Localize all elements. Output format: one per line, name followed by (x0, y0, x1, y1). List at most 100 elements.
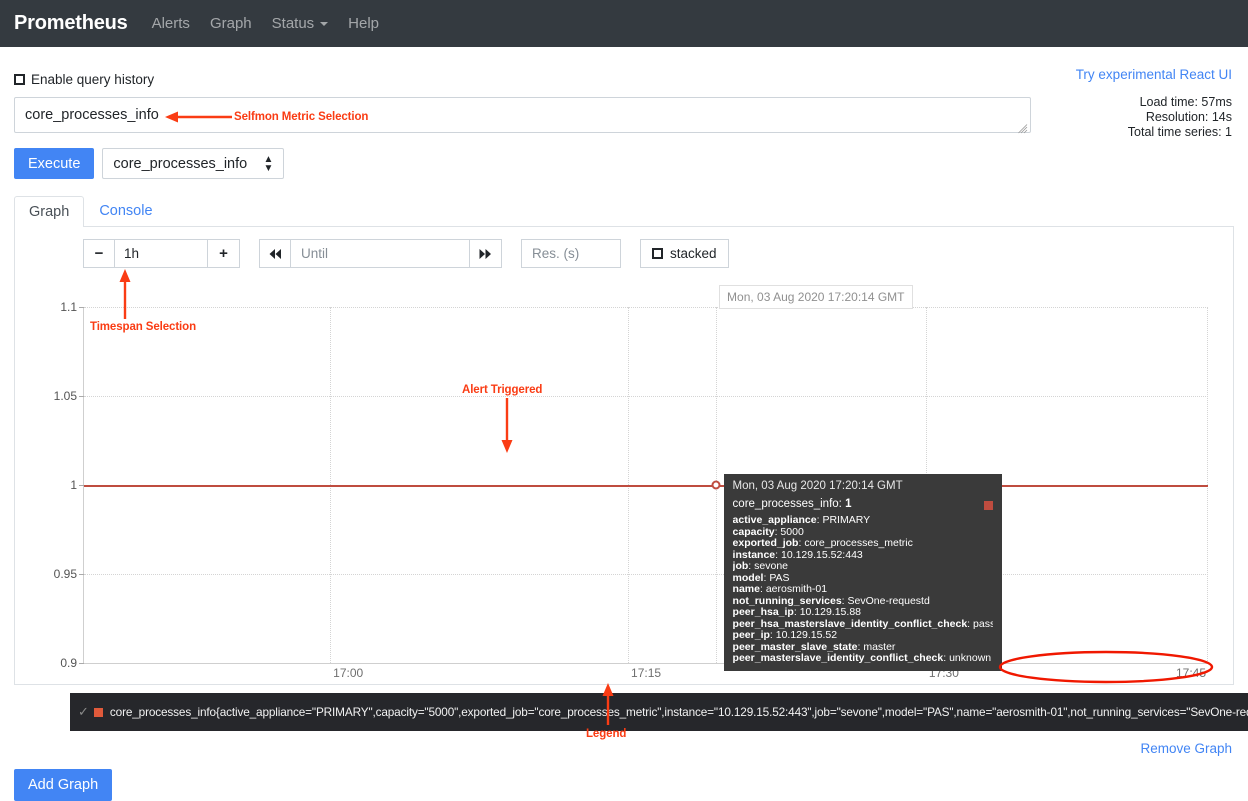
remove-graph-link[interactable]: Remove Graph (1140, 741, 1232, 756)
execute-button[interactable]: Execute (14, 148, 95, 179)
step-backward-button[interactable] (259, 239, 291, 268)
x-axis-tick: 17:00 (333, 666, 364, 680)
tooltip-label-key: job (732, 561, 749, 573)
tooltip-metric-value: 1 (845, 497, 852, 510)
tooltip-label-key: peer_hsa_masterslave_identity_conflict_c… (732, 618, 968, 630)
resolution-input[interactable]: Res. (s) (521, 239, 621, 268)
increase-range-button[interactable]: + (208, 239, 240, 268)
enable-query-history-row: Enable query history (14, 47, 1234, 87)
hover-time-label: Mon, 03 Aug 2020 17:20:14 GMT (719, 285, 913, 309)
until-input[interactable]: Until (291, 239, 470, 268)
tooltip-label-value: 10.129.15.52:443 (781, 549, 863, 561)
y-axis-tick: 1 (70, 478, 84, 492)
tooltip-label-value: master (863, 641, 896, 653)
legend-series-label: core_processes_info{active_appliance="PR… (109, 705, 1248, 719)
tab-console-label: Console (99, 203, 153, 219)
tooltip-label-row: name: aerosmith-01 (732, 584, 828, 596)
y-axis-tick: 1.1 (60, 300, 84, 314)
nav-item-alerts-label: Alerts (151, 15, 190, 32)
tab-graph-label: Graph (29, 204, 70, 220)
x-axis-tick: 17:15 (631, 666, 662, 680)
tooltip-label-value: aerosmith-01 (765, 584, 828, 596)
enable-query-history-label[interactable]: Enable query history (31, 72, 154, 87)
endtime-input-group: Until (259, 239, 502, 268)
tooltip-label-key: active_appliance (732, 515, 817, 527)
nav-item-graph[interactable]: Graph (210, 15, 252, 32)
stacked-toggle[interactable]: stacked (640, 239, 729, 268)
grid-line-horizontal (84, 307, 1208, 308)
tooltip-label-key: name (732, 584, 760, 596)
tooltip-label-value: 10.129.15.88 (799, 607, 861, 619)
add-graph-button[interactable]: Add Graph (14, 769, 113, 801)
tooltip-label-row: model: PAS (732, 572, 790, 584)
graph-controls: − 1h + Until Res. (s) stacked (15, 227, 1233, 268)
annotation-legend: Legend (586, 728, 627, 740)
select-updown-icon: ▲ ▼ (263, 153, 274, 174)
tooltip-label-key: peer_master_slave_state (732, 641, 858, 653)
nav-item-help[interactable]: Help (348, 15, 379, 32)
range-input-group: − 1h + (83, 239, 240, 268)
decrease-range-button[interactable]: − (83, 239, 115, 268)
hovered-data-point (711, 480, 721, 490)
enable-query-history-checkbox[interactable] (14, 74, 25, 85)
tooltip-label-row: active_appliance: PRIMARY (732, 515, 871, 527)
total-time-series: Total time series: 1 (1127, 125, 1232, 139)
nav-item-status[interactable]: Status (272, 15, 329, 32)
nav-item-alerts[interactable]: Alerts (152, 15, 190, 32)
tooltip-label-row: peer_hsa_masterslave_identity_conflict_c… (733, 619, 993, 631)
tooltip-label-key: capacity (732, 526, 775, 538)
tooltip-color-swatch (983, 500, 993, 510)
tooltip-label-row: peer_hsa_ip: 10.129.15.88 (732, 607, 861, 619)
series-line-core-processes-info (84, 485, 1208, 487)
tooltip-label-key: peer_masterslave_identity_conflict_check (732, 653, 944, 665)
tooltip-label-value: PRIMARY (822, 515, 871, 527)
series-tooltip: Mon, 03 Aug 2020 17:20:14 GMT core_proce… (723, 474, 1002, 671)
tooltip-label-row: peer_masterslave_identity_conflict_check… (732, 653, 992, 665)
page-body: Try experimental React UI Load time: 57m… (0, 47, 1248, 801)
grid-line-horizontal (84, 396, 1208, 397)
nav-item-help-label: Help (348, 15, 380, 32)
tooltip-label-row: not_running_services: SevOne-requestd (732, 595, 930, 607)
execute-row: Execute core_processes_info ▲ ▼ (14, 148, 1234, 179)
query-expression-input[interactable] (14, 97, 1031, 133)
plot-area[interactable]: 1.1 1.05 1 0.95 0.9 17:00 17:15 17:30 17… (54, 285, 1208, 680)
brand-prometheus[interactable]: Prometheus (14, 12, 128, 35)
y-axis-tick: 1.05 (54, 389, 85, 403)
tab-graph[interactable]: Graph (14, 196, 85, 227)
y-axis-tick: 0.9 (60, 656, 84, 670)
navbar: Prometheus Alerts Graph Status Help (0, 0, 1248, 47)
tooltip-label-value: passive (973, 618, 993, 630)
step-forward-icon (479, 248, 491, 259)
tooltip-label-row: exported_job: core_processes_metric (732, 538, 913, 550)
annotation-metric-selection: Selfmon Metric Selection (234, 111, 369, 123)
tooltip-label-key: instance (732, 549, 776, 561)
try-react-ui-link[interactable]: Try experimental React UI (1076, 67, 1232, 82)
chevron-down-icon (320, 21, 329, 26)
tooltip-label-key: model (732, 572, 764, 584)
resolution-stat: Resolution: 14s (1145, 110, 1232, 124)
tooltip-label-value: core_processes_metric (804, 538, 913, 550)
step-forward-button[interactable] (470, 239, 502, 268)
query-input-wrap (14, 97, 1031, 138)
tooltip-label-key: not_running_services (732, 595, 842, 607)
annotation-timespan-selection: Timespan Selection (90, 321, 196, 333)
legend-check-icon: ✓ (78, 704, 89, 719)
metric-select-dropdown[interactable]: core_processes_info ▲ ▼ (102, 148, 285, 179)
range-input[interactable]: 1h (115, 239, 208, 268)
graph-legend[interactable]: ✓ core_processes_info{active_appliance="… (70, 693, 1248, 731)
tooltip-metric-name: core_processes_info (732, 497, 839, 510)
stacked-checkbox-icon (652, 248, 663, 259)
tooltip-metric-text: core_processes_info: 1 (732, 497, 852, 510)
tooltip-label-key: peer_hsa_ip (732, 607, 794, 619)
metric-select-value: core_processes_info (113, 155, 248, 172)
tooltip-timestamp: Mon, 03 Aug 2020 17:20:14 GMT (732, 480, 903, 493)
tooltip-label-value: SevOne-requestd (847, 595, 930, 607)
legend-color-swatch (93, 707, 103, 717)
grid-line-horizontal (84, 574, 1208, 575)
tooltip-label-row: job: sevone (732, 561, 788, 573)
tooltip-label-row: capacity: 5000 (732, 526, 804, 538)
tooltip-label-value: 10.129.15.52 (775, 630, 838, 642)
tooltip-label-value: sevone (754, 561, 788, 573)
query-stats: Load time: 57ms Resolution: 14s Total ti… (1128, 95, 1232, 140)
tab-console[interactable]: Console (84, 195, 167, 226)
